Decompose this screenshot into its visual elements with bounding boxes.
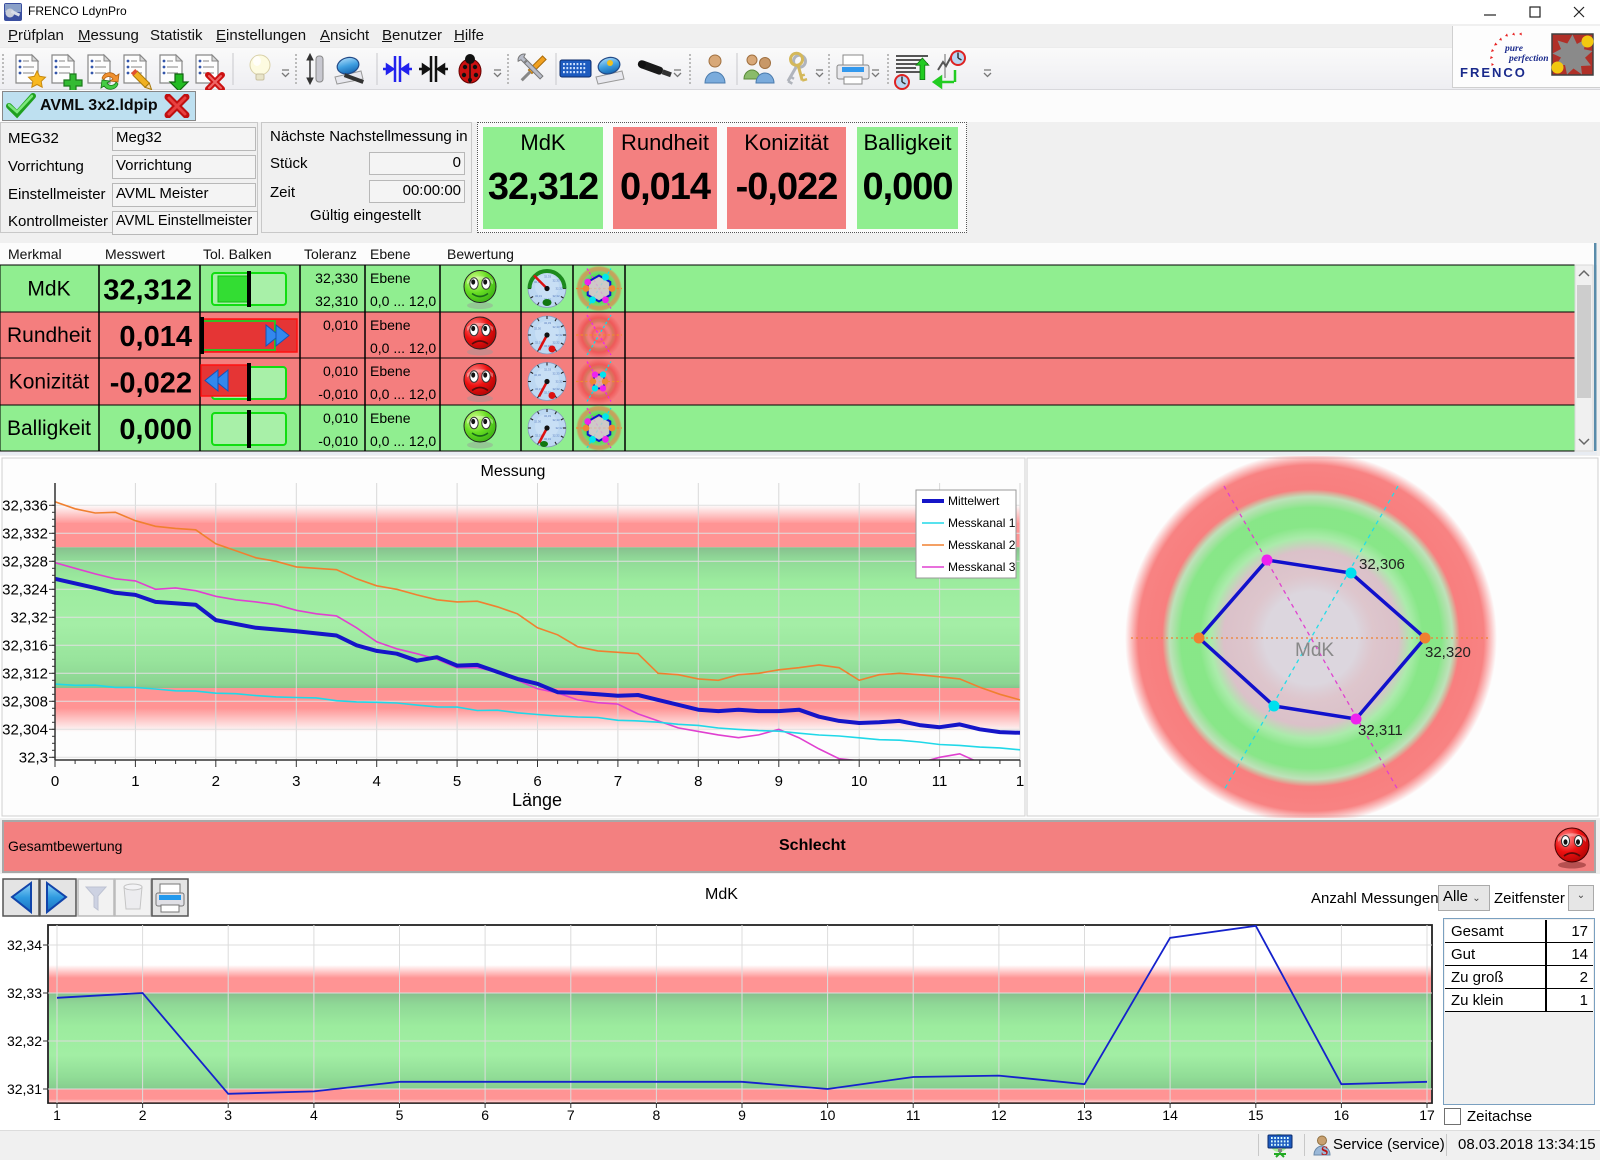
svg-text:0,000: 0,000 xyxy=(119,414,192,446)
svg-text:Mittelwert: Mittelwert xyxy=(948,494,1000,508)
svg-text:12: 12 xyxy=(991,1107,1007,1123)
svg-text:6: 6 xyxy=(481,1107,489,1123)
svg-text:10: 10 xyxy=(851,773,868,790)
svg-text:32,33: 32,33 xyxy=(7,985,42,1001)
svg-text:0,010: 0,010 xyxy=(323,410,358,426)
svg-text:Konizität: Konizität xyxy=(9,371,90,394)
svg-text:Toleranz: Toleranz xyxy=(304,246,357,262)
svg-text:32,34: 32,34 xyxy=(7,937,42,953)
svg-text:7: 7 xyxy=(614,773,622,790)
svg-text:0: 0 xyxy=(51,773,59,790)
svg-text:MdK: MdK xyxy=(1295,640,1334,661)
svg-text:8: 8 xyxy=(694,773,702,790)
svg-text:32,304: 32,304 xyxy=(2,721,48,738)
svg-text:0,014: 0,014 xyxy=(119,321,192,353)
svg-text:16: 16 xyxy=(1334,1107,1350,1123)
svg-text:1: 1 xyxy=(1016,773,1024,790)
svg-text:1: 1 xyxy=(131,773,139,790)
svg-text:32,3: 32,3 xyxy=(19,749,48,766)
svg-text:MdK: MdK xyxy=(27,278,70,301)
svg-text:Ebene: Ebene xyxy=(370,246,411,262)
svg-text:-0,010: -0,010 xyxy=(318,433,358,449)
svg-text:4: 4 xyxy=(310,1107,318,1123)
svg-text:0,010: 0,010 xyxy=(323,363,358,379)
svg-text:32,306: 32,306 xyxy=(1359,556,1405,573)
svg-text:Ebene: Ebene xyxy=(370,317,411,333)
svg-text:-0,010: -0,010 xyxy=(318,386,358,402)
svg-text:perfection: perfection xyxy=(1508,54,1549,64)
svg-text:32,330: 32,330 xyxy=(315,270,358,286)
svg-text:32,310: 32,310 xyxy=(315,293,358,309)
svg-text:0,0 ... 12,0: 0,0 ... 12,0 xyxy=(370,386,436,402)
svg-text:Ebene: Ebene xyxy=(370,410,411,426)
svg-text:9: 9 xyxy=(738,1107,746,1123)
svg-text:0,0 ... 12,0: 0,0 ... 12,0 xyxy=(370,433,436,449)
svg-text:5: 5 xyxy=(396,1107,404,1123)
svg-text:FRENCO: FRENCO xyxy=(1460,65,1527,80)
svg-text:32,328: 32,328 xyxy=(2,553,48,570)
svg-text:7: 7 xyxy=(567,1107,575,1123)
svg-text:32,336: 32,336 xyxy=(2,497,48,514)
svg-text:32,312: 32,312 xyxy=(103,275,192,307)
svg-text:10: 10 xyxy=(820,1107,836,1123)
svg-text:11: 11 xyxy=(906,1107,921,1123)
svg-text:0,0 ... 12,0: 0,0 ... 12,0 xyxy=(370,340,436,356)
svg-text:Messkanal 2: Messkanal 2 xyxy=(948,538,1016,552)
svg-text:9: 9 xyxy=(775,773,783,790)
svg-text:3: 3 xyxy=(292,773,300,790)
svg-text:0,0 ... 12,0: 0,0 ... 12,0 xyxy=(370,293,436,309)
svg-text:2: 2 xyxy=(139,1107,147,1123)
svg-text:Balligkeit: Balligkeit xyxy=(7,417,91,440)
svg-text:32,320: 32,320 xyxy=(1425,644,1471,661)
svg-text:6: 6 xyxy=(533,773,541,790)
svg-text:-0,022: -0,022 xyxy=(110,368,192,400)
svg-text:0,010: 0,010 xyxy=(323,317,358,333)
svg-text:32,312: 32,312 xyxy=(2,665,48,682)
svg-text:Länge: Länge xyxy=(512,790,562,810)
svg-text:14: 14 xyxy=(1162,1107,1178,1123)
svg-text:Ebene: Ebene xyxy=(370,363,411,379)
svg-text:Messung: Messung xyxy=(481,463,546,480)
svg-text:32,32: 32,32 xyxy=(7,1033,42,1049)
svg-text:32,332: 32,332 xyxy=(2,525,48,542)
svg-text:3: 3 xyxy=(224,1107,232,1123)
svg-text:13: 13 xyxy=(1077,1107,1093,1123)
svg-text:32,311: 32,311 xyxy=(1358,722,1403,739)
svg-text:Rundheit: Rundheit xyxy=(7,324,91,347)
svg-text:S: S xyxy=(1321,1143,1328,1157)
svg-text:32,308: 32,308 xyxy=(2,693,48,710)
svg-text:Messwert: Messwert xyxy=(105,246,165,262)
svg-text:2: 2 xyxy=(212,773,220,790)
svg-text:Messkanal 3: Messkanal 3 xyxy=(948,560,1016,574)
svg-text:11: 11 xyxy=(932,773,948,790)
svg-text:32,316: 32,316 xyxy=(2,637,48,654)
svg-text:17: 17 xyxy=(1419,1107,1435,1123)
svg-text:Bewertung: Bewertung xyxy=(447,246,514,262)
svg-text:Merkmal: Merkmal xyxy=(8,246,62,262)
svg-text:32,31: 32,31 xyxy=(7,1081,42,1097)
svg-text:4: 4 xyxy=(373,773,381,790)
svg-text:Tol. Balken: Tol. Balken xyxy=(203,246,271,262)
svg-text:5: 5 xyxy=(453,773,461,790)
svg-text:Ebene: Ebene xyxy=(370,270,411,286)
svg-text:32,32: 32,32 xyxy=(10,609,48,626)
svg-text:Messkanal 1: Messkanal 1 xyxy=(948,516,1016,530)
svg-text:32,324: 32,324 xyxy=(2,581,48,598)
svg-text:1: 1 xyxy=(53,1107,61,1123)
svg-text:8: 8 xyxy=(653,1107,661,1123)
svg-text:pure: pure xyxy=(1504,44,1524,54)
svg-text:15: 15 xyxy=(1248,1107,1264,1123)
